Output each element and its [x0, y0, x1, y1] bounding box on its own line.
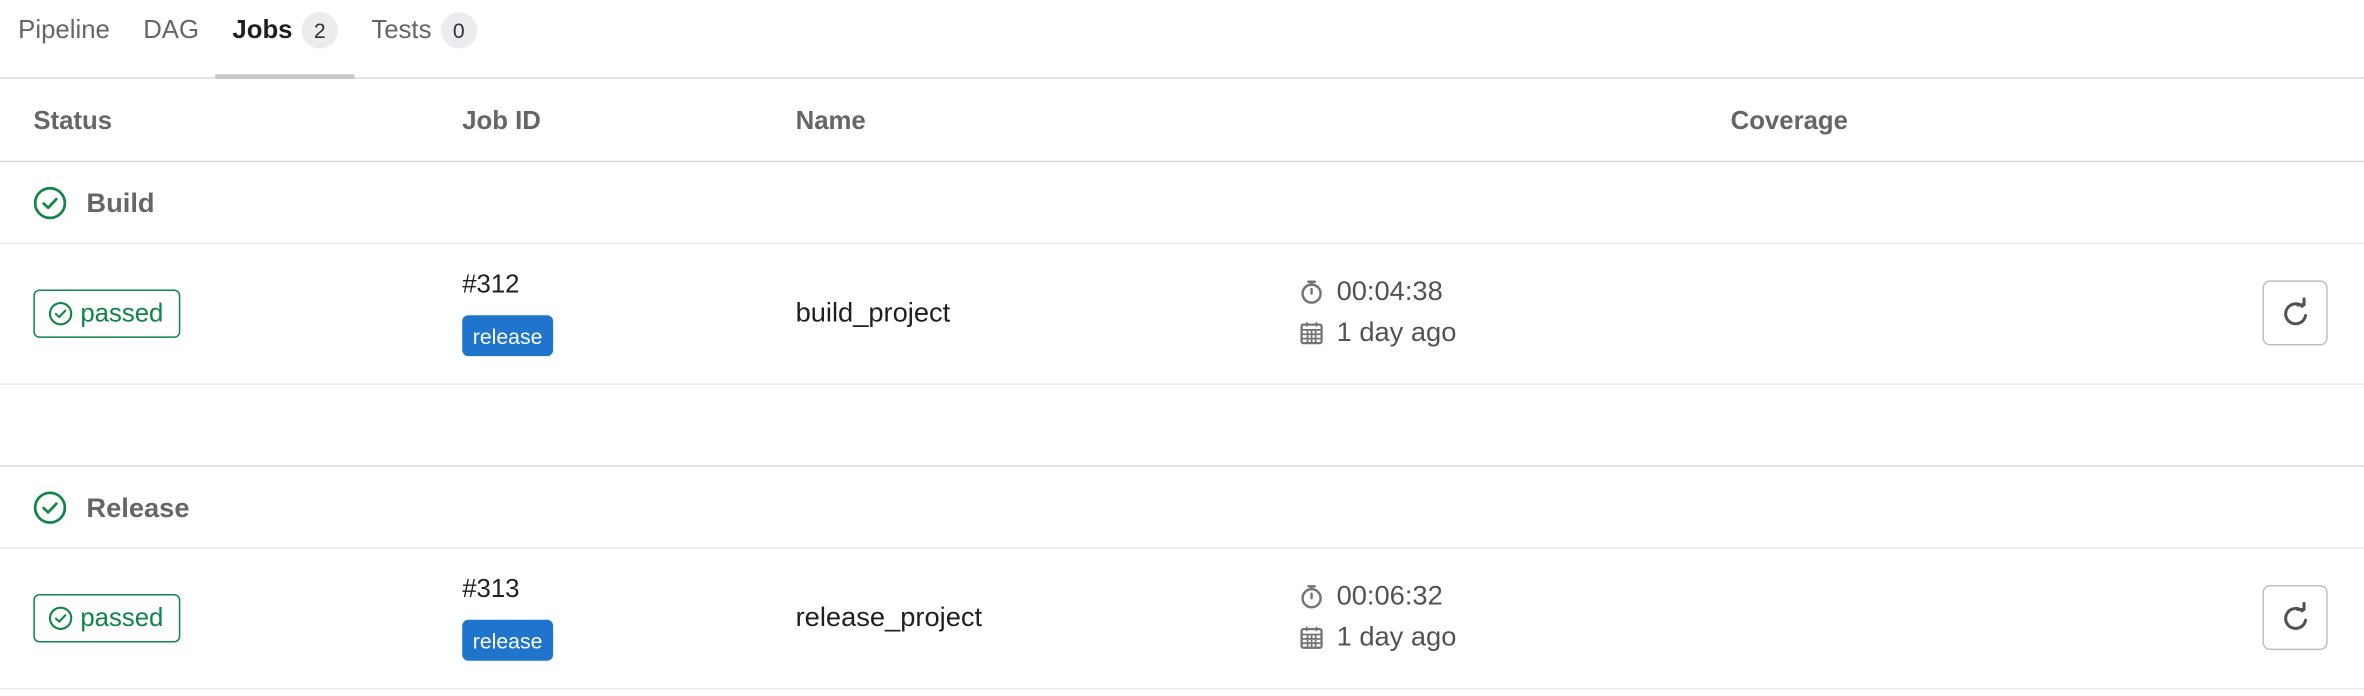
job-id-link[interactable]: #312: [462, 270, 519, 300]
tab-jobs[interactable]: Jobs 2: [215, 0, 355, 79]
tab-label: DAG: [143, 14, 200, 44]
tab-label: Tests: [371, 14, 432, 44]
duration-value: 00:04:38: [1336, 275, 1443, 307]
stage-group-spacer: [0, 385, 2364, 467]
ref-badge[interactable]: release: [462, 315, 554, 357]
stage-row-release: Release: [0, 467, 2364, 549]
tab-label: Jobs: [232, 14, 293, 44]
check-circle-icon: [33, 491, 67, 524]
pipeline-tabs: Pipeline DAG Jobs 2 Tests 0: [0, 0, 2364, 79]
tab-count-badge: 2: [301, 11, 338, 48]
tab-tests[interactable]: Tests 0: [355, 0, 494, 77]
status-label: passed: [80, 298, 164, 328]
calendar-icon: [1300, 626, 1323, 649]
finished-value: 1 day ago: [1336, 316, 1457, 348]
pipeline-content: Pipeline DAG Jobs 2 Tests 0 Status Job I…: [0, 0, 2364, 690]
table-row: passed #312 release build_project 00:04:…: [0, 244, 2364, 385]
stage-row-build: Build: [0, 162, 2364, 244]
status-badge[interactable]: passed: [33, 289, 181, 338]
finished-value: 1 day ago: [1336, 621, 1457, 652]
column-header-status: Status: [33, 106, 113, 135]
timer-icon: [1301, 280, 1322, 304]
tab-count-badge: 0: [440, 11, 477, 48]
job-duration: 00:06:32: [1299, 580, 1443, 612]
tab-pipeline[interactable]: Pipeline: [2, 0, 127, 77]
check-circle-icon: [33, 186, 67, 220]
stage-name: Release: [86, 492, 190, 523]
job-name-link[interactable]: build_project: [796, 297, 951, 329]
status-label: passed: [80, 603, 164, 632]
column-header-job-id: Job ID: [462, 106, 541, 135]
jobs-table-header: Status Job ID Name Coverage: [0, 79, 2364, 163]
stage-name: Build: [86, 187, 155, 219]
job-finished: 1 day ago: [1299, 621, 1457, 653]
calendar-icon: [1300, 322, 1323, 345]
column-header-name: Name: [795, 106, 866, 135]
status-badge[interactable]: passed: [33, 594, 181, 643]
retry-icon: [2283, 296, 2307, 325]
check-circle-icon: [48, 302, 73, 326]
duration-value: 00:06:32: [1336, 580, 1443, 611]
table-row: passed #313 release release_project 00:0…: [0, 549, 2364, 690]
timer-icon: [1301, 585, 1322, 609]
tab-label: Pipeline: [18, 14, 110, 44]
pipeline-page: Pipeline DAG Jobs 2 Tests 0 Status Job I…: [0, 0, 2364, 696]
tab-dag[interactable]: DAG: [127, 0, 216, 77]
retry-button[interactable]: [2262, 280, 2328, 346]
job-duration: 00:04:38: [1299, 276, 1443, 308]
job-id-link[interactable]: #313: [462, 574, 519, 604]
column-header-coverage: Coverage: [1730, 106, 1849, 135]
check-circle-icon: [48, 606, 73, 630]
ref-badge[interactable]: release: [462, 619, 554, 661]
retry-icon: [2283, 601, 2307, 630]
job-name-link[interactable]: release_project: [796, 602, 983, 634]
job-finished: 1 day ago: [1299, 316, 1457, 349]
retry-button[interactable]: [2262, 584, 2328, 651]
